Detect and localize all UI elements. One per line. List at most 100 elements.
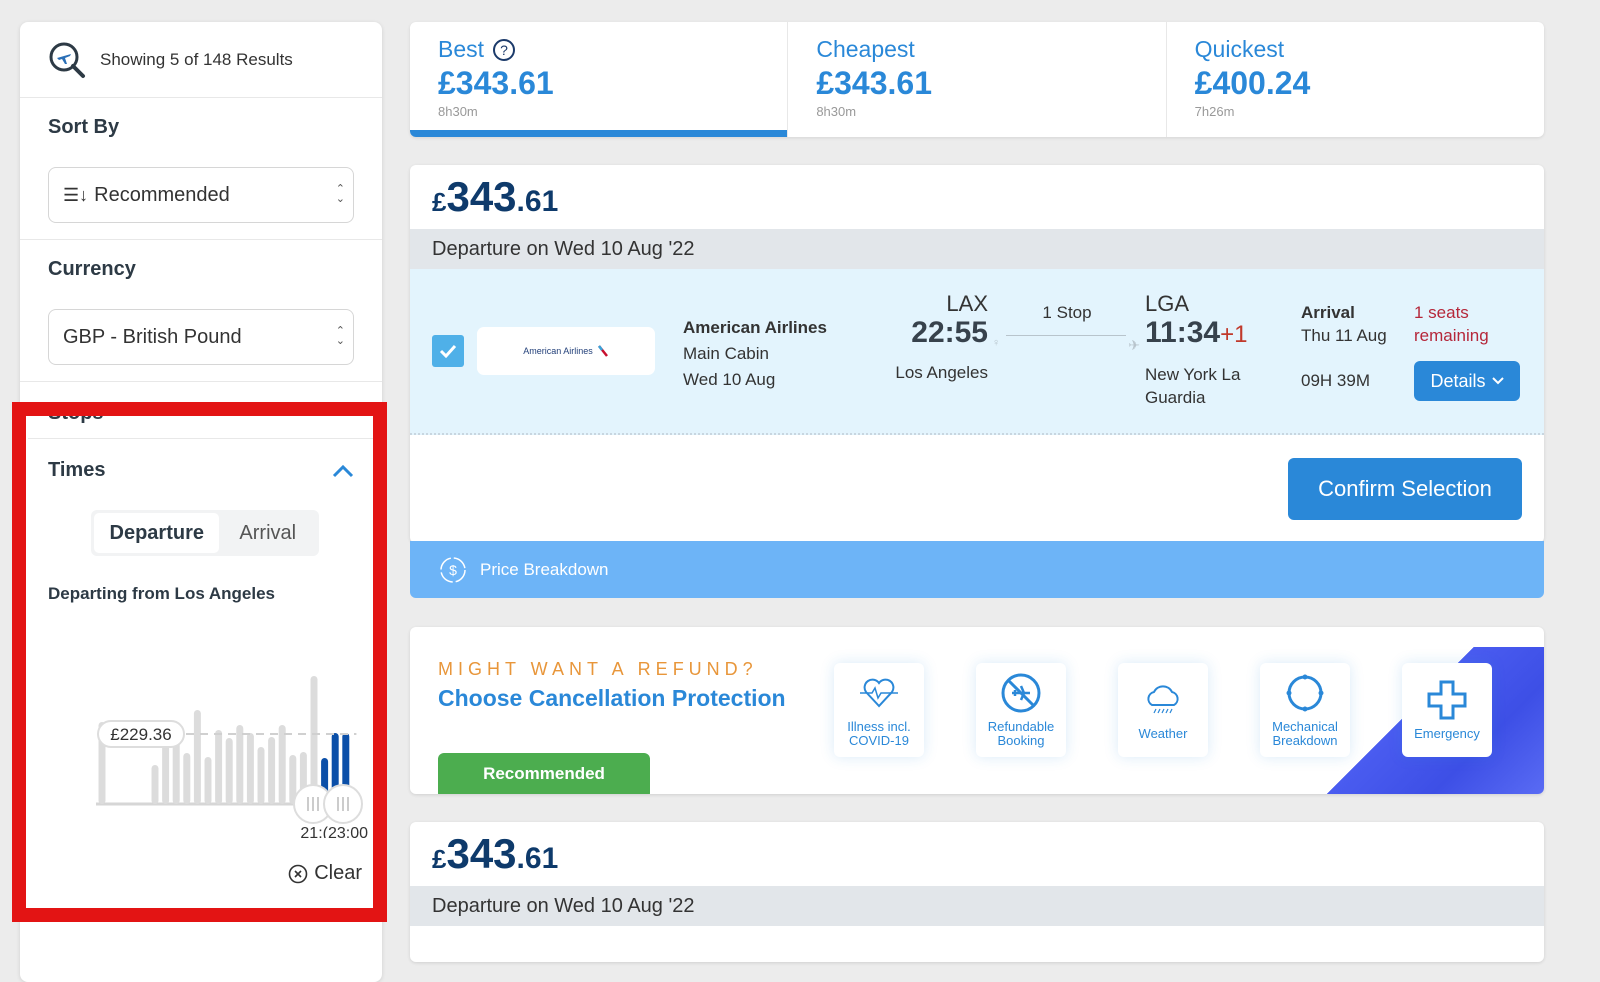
histogram-bar (215, 730, 223, 804)
coverage-weather: Weather (1118, 663, 1208, 757)
tab-quickest-duration: 7h26m (1194, 104, 1235, 119)
dest-city: New York La Guardia (1145, 365, 1241, 407)
price-decimal: .61 (516, 842, 559, 875)
histogram-bar (278, 725, 286, 804)
times-section: Times Departure Arrival Departing from L… (28, 438, 382, 909)
select-arrows-icon: ⌃ ⌄ (335, 325, 345, 347)
crosshair-icon (1286, 674, 1324, 712)
dest-code: LGA (1145, 291, 1190, 316)
medical-cross-icon (1427, 680, 1467, 720)
coverage-illness: Illness incl. COVID-19 (834, 663, 924, 757)
price-decimal: .61 (516, 185, 559, 218)
checkmark-icon (439, 344, 457, 358)
route-line (1006, 335, 1126, 336)
result-card: £343.61 Departure on Wed 10 Aug '22 (410, 822, 1544, 962)
histogram-bar (193, 710, 201, 804)
tab-cheapest-price: £343.61 (816, 65, 932, 101)
day-offset: +1 (1220, 321, 1248, 348)
histogram-bar (204, 757, 212, 804)
arrival-label: Arrival (1301, 303, 1355, 322)
departure-header: Departure on Wed 10 Aug '22 (410, 229, 1544, 269)
arrival-date: Thu 11 Aug (1301, 326, 1387, 345)
tab-quickest[interactable]: Quickest £400.24 7h26m (1167, 22, 1544, 137)
coverage-label: Mechanical Breakdown (1272, 719, 1338, 748)
help-icon[interactable]: ? (492, 38, 516, 62)
price-main: 343 (446, 173, 517, 220)
tab-best-label: Best (438, 36, 485, 62)
details-label: Details (1430, 370, 1486, 391)
flight-date: Wed 10 Aug (683, 370, 776, 389)
result-card: £343.61 Departure on Wed 10 Aug '22 Amer… (410, 165, 1544, 543)
arrival-info: Arrival Thu 11 Aug 09H 39M (1301, 301, 1387, 392)
histogram-bar (257, 747, 265, 804)
tab-cheapest-duration: 8h30m (816, 104, 857, 119)
times-toggle: Departure Arrival (91, 510, 319, 556)
cancellation-protection-card: MIGHT WANT A REFUND? Choose Cancellation… (410, 627, 1544, 794)
sort-section: Sort By ☰↓ Recommended ⌃ ⌄ (20, 98, 382, 240)
times-heading: Times (48, 459, 106, 481)
svg-text:$: $ (449, 562, 457, 578)
seats-remaining: 1 seats remaining (1414, 303, 1489, 345)
confirm-selection-button[interactable]: Confirm Selection (1288, 458, 1522, 520)
airline-info: American Airlines Main Cabin Wed 10 Aug (683, 315, 827, 393)
clear-label: Clear (314, 862, 362, 884)
stops-indicator: 1 Stop ♀ ✈ (992, 303, 1142, 353)
sort-heading: Sort By (48, 116, 120, 138)
recommended-button[interactable]: Recommended (438, 753, 650, 794)
close-circle-icon (288, 864, 308, 883)
coverage-refundable: Refundable Booking (976, 663, 1066, 757)
sort-value: Recommended (94, 183, 230, 206)
histogram-bar (151, 765, 159, 804)
airline-logo-text: American Airlines (523, 346, 593, 356)
time-range-label: 21:(23:00 (300, 825, 368, 838)
chevron-up-icon[interactable] (332, 464, 354, 478)
cabin-class: Main Cabin (683, 344, 769, 363)
destination: LGA 11:34+1 New York La Guardia (1145, 291, 1255, 409)
origin-time: 22:55 (911, 316, 988, 349)
chevron-down-icon (1491, 377, 1504, 385)
currency-select[interactable]: GBP - British Pound ⌃ ⌄ (48, 309, 354, 365)
sort-icon: ☰↓ (63, 184, 89, 205)
select-checkbox[interactable] (432, 335, 464, 367)
results-summary: Showing 5 of 148 Results (20, 22, 382, 98)
tab-best-duration: 8h30m (438, 104, 478, 119)
sort-select[interactable]: ☰↓ Recommended ⌃ ⌄ (48, 167, 354, 223)
filters-sidebar: Showing 5 of 148 Results Sort By ☰↓ Reco… (20, 22, 382, 982)
histogram-bar (236, 725, 244, 804)
tab-departure[interactable]: Departure (94, 513, 220, 553)
result-tabs: Best ? £343.61 8h30m Cheapest £343.61 8h… (410, 22, 1544, 137)
tab-cheapest[interactable]: Cheapest £343.61 8h30m (788, 22, 1167, 137)
airlines-section[interactable] (48, 908, 362, 909)
details-button[interactable]: Details (1414, 361, 1520, 401)
pin-icon: ♀ (992, 337, 1001, 349)
price-main: 343 (446, 830, 517, 877)
histogram-bar (225, 738, 233, 804)
refund-title: Choose Cancellation Protection (438, 685, 786, 711)
departure-time-histogram[interactable]: £229.36 21:(23:00 (28, 638, 382, 838)
tab-best[interactable]: Best ? £343.61 8h30m (410, 22, 789, 137)
currency-section: Currency GBP - British Pound ⌃ ⌄ (20, 240, 382, 382)
tab-best-price: £343.61 (438, 65, 554, 101)
stops-section[interactable]: Stops (20, 382, 382, 444)
tab-arrival[interactable]: Arrival (219, 513, 316, 553)
plane-icon: ✈ (1128, 337, 1140, 353)
currency-heading: Currency (48, 258, 136, 280)
price-label: £229.36 (110, 725, 171, 744)
flight-search-icon (49, 42, 85, 78)
clear-button[interactable]: Clear (288, 862, 362, 885)
price-currency: £ (432, 187, 447, 217)
flight-row: American Airlines American Airlines Main… (410, 269, 1544, 435)
currency-value: GBP - British Pound (63, 325, 242, 348)
range-handle-end[interactable] (323, 784, 363, 824)
refund-kicker: MIGHT WANT A REFUND? (438, 659, 758, 679)
coverage-label: Emergency (1414, 726, 1480, 741)
coverage-label: Illness incl. COVID-19 (847, 719, 911, 748)
tab-quickest-label: Quickest (1194, 36, 1285, 62)
times-header[interactable]: Times (28, 438, 382, 502)
results-count: Showing 5 of 148 Results (100, 49, 293, 69)
price-breakdown-label: Price Breakdown (480, 559, 609, 579)
no-plane-icon (1001, 673, 1041, 713)
tab-quickest-price: £400.24 (1194, 65, 1311, 101)
price-breakdown-toggle[interactable]: $ Price Breakdown (410, 541, 1544, 598)
result-price: £343.61 (410, 822, 1544, 886)
